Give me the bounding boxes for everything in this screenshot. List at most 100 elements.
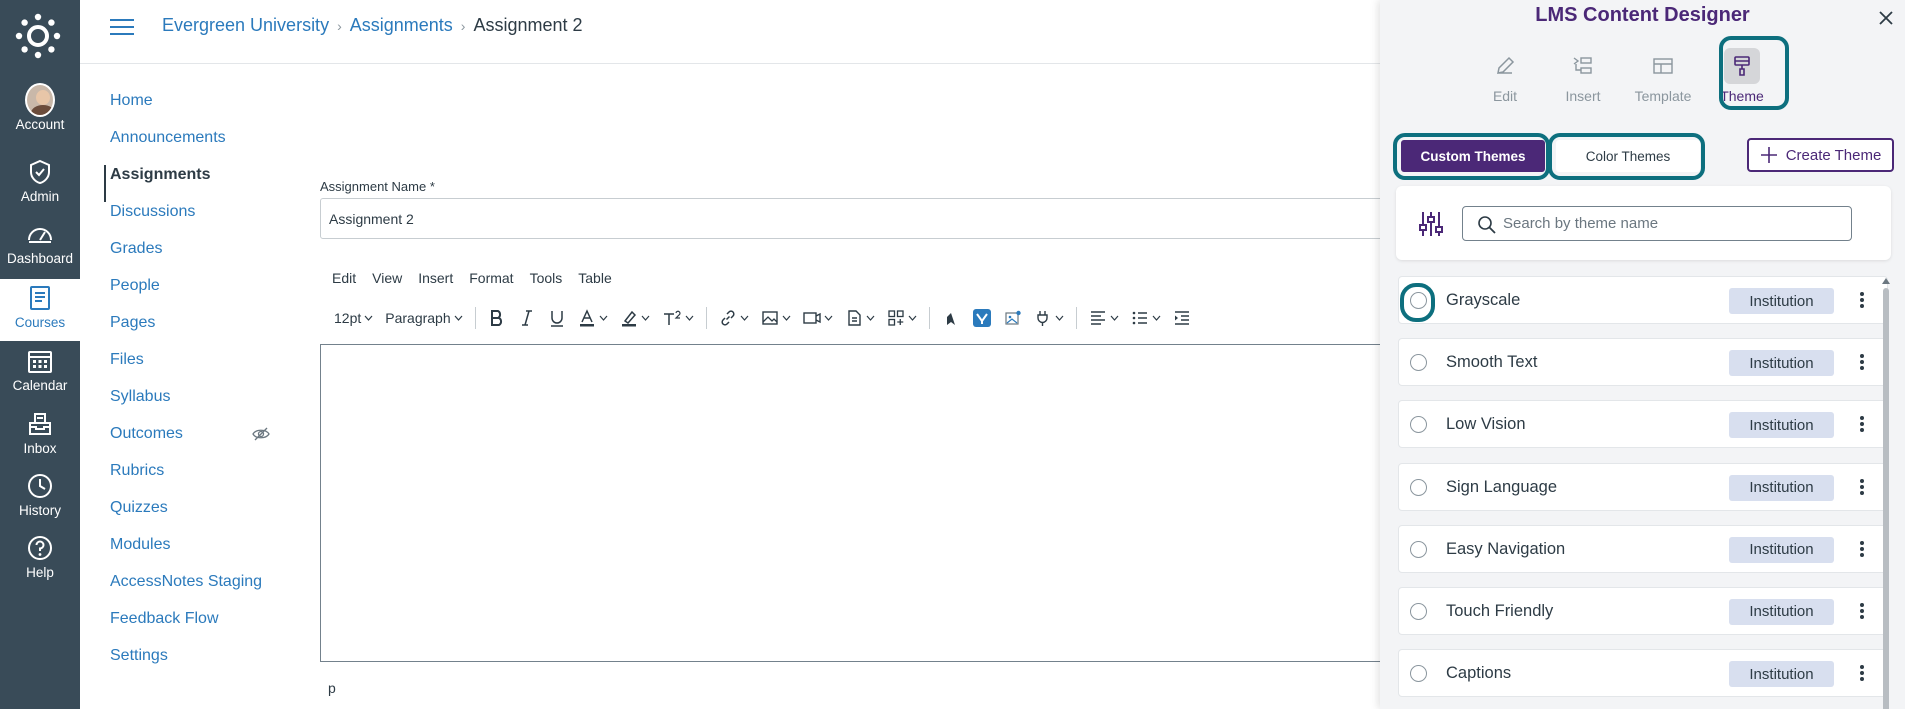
gnav-label: Inbox: [23, 441, 57, 456]
superscript-button[interactable]: [656, 305, 700, 331]
gnav-history[interactable]: History: [0, 471, 80, 531]
gnav-help[interactable]: Help: [0, 533, 80, 593]
rich-content-editor[interactable]: [320, 344, 1420, 662]
toolbar-divider: [1075, 307, 1077, 329]
breadcrumb-link[interactable]: Evergreen University: [162, 15, 329, 36]
accessibility-tool-icon: [946, 313, 955, 325]
gnav-dashboard[interactable]: Dashboard: [0, 219, 80, 279]
bold-button[interactable]: [482, 305, 512, 331]
gnav-admin[interactable]: Admin: [0, 157, 80, 217]
menu-format[interactable]: Format: [469, 270, 513, 286]
theme-radio[interactable]: [1410, 602, 1427, 620]
create-theme-button[interactable]: Create Theme: [1747, 138, 1894, 172]
course-nav-item[interactable]: Pages: [104, 313, 274, 350]
theme-row[interactable]: Easy Navigation Institution: [1398, 524, 1888, 573]
more-options-icon[interactable]: [1857, 538, 1867, 560]
text-color-button[interactable]: [572, 305, 614, 331]
highlight-color-button[interactable]: [614, 305, 656, 331]
close-icon[interactable]: [1877, 9, 1895, 27]
document-icon: [847, 310, 861, 326]
menu-edit[interactable]: Edit: [332, 270, 356, 286]
theme-row[interactable]: Captions Institution: [1398, 649, 1888, 698]
more-options-icon[interactable]: [1857, 600, 1867, 622]
indent-button[interactable]: [1167, 305, 1197, 331]
theme-search-input[interactable]: [1503, 215, 1833, 232]
course-nav-item[interactable]: Discussions: [104, 202, 274, 239]
gnav-courses[interactable]: Courses: [0, 279, 80, 341]
menu-insert[interactable]: Insert: [418, 270, 453, 286]
course-nav-item-outcomes[interactable]: Outcomes: [104, 424, 274, 461]
gnav-label: Admin: [20, 189, 60, 204]
canvas-logo-icon[interactable]: [15, 13, 61, 59]
image-button[interactable]: [755, 305, 797, 331]
theme-radio[interactable]: [1410, 354, 1427, 372]
course-nav-item[interactable]: Rubrics: [104, 461, 274, 498]
underline-button[interactable]: [542, 305, 572, 331]
menu-view[interactable]: View: [372, 270, 402, 286]
menu-tools[interactable]: Tools: [530, 270, 563, 286]
image-tool-button[interactable]: [998, 305, 1028, 331]
course-nav-item[interactable]: Assignments: [104, 165, 274, 202]
tab-label: Insert: [1565, 88, 1601, 104]
font-size-select[interactable]: 12pt: [332, 305, 379, 331]
course-nav-item[interactable]: Settings: [104, 646, 274, 683]
theme-list: Grayscale Institution Smooth Text Instit…: [1398, 276, 1888, 709]
course-nav-item[interactable]: AccessNotes Staging: [104, 572, 274, 609]
content-designer-panel: LMS Content Designer Edit Insert Templat…: [1380, 0, 1905, 709]
align-button[interactable]: [1083, 305, 1125, 331]
scroll-up-arrow-icon[interactable]: [1882, 278, 1890, 284]
course-nav-item[interactable]: Files: [104, 350, 274, 387]
course-nav-item[interactable]: Feedback Flow: [104, 609, 274, 646]
tab-edit[interactable]: Edit: [1469, 38, 1541, 110]
extension-button[interactable]: [966, 305, 998, 331]
theme-row[interactable]: Sign Language Institution: [1398, 462, 1888, 511]
course-nav-item[interactable]: People: [104, 276, 274, 313]
theme-radio[interactable]: [1410, 540, 1427, 558]
gnav-calendar[interactable]: Calendar: [0, 346, 80, 406]
editor-status-path: p: [328, 680, 336, 696]
block-format-select[interactable]: Paragraph: [379, 305, 468, 331]
gnav-inbox[interactable]: Inbox: [0, 409, 80, 469]
hamburger-menu-icon[interactable]: [110, 17, 134, 37]
gnav-label: History: [18, 503, 61, 518]
more-options-icon[interactable]: [1857, 476, 1867, 498]
gnav-account[interactable]: Account: [0, 83, 80, 145]
theme-radio[interactable]: [1410, 665, 1427, 683]
filter-sliders-icon[interactable]: [1418, 210, 1444, 238]
course-nav-item[interactable]: Announcements: [104, 128, 274, 165]
document-button[interactable]: [839, 305, 881, 331]
italic-button[interactable]: [512, 305, 542, 331]
more-options-icon[interactable]: [1857, 351, 1867, 373]
bold-icon: [490, 310, 502, 326]
tab-template[interactable]: Template: [1627, 38, 1699, 110]
course-nav-item[interactable]: Home: [104, 91, 274, 128]
assignment-name-input[interactable]: [320, 198, 1420, 239]
media-button[interactable]: [797, 305, 839, 331]
institution-badge: Institution: [1729, 474, 1834, 501]
link-icon: [721, 310, 735, 326]
toolbar-divider: [474, 307, 476, 329]
more-options-icon[interactable]: [1857, 289, 1867, 311]
tab-insert[interactable]: Insert: [1547, 38, 1619, 110]
course-nav-item[interactable]: Modules: [104, 535, 274, 572]
theme-row[interactable]: Touch Friendly Institution: [1398, 586, 1888, 635]
bullet-list-button[interactable]: [1125, 305, 1167, 331]
theme-row[interactable]: Grayscale Institution: [1398, 276, 1888, 324]
course-nav-item[interactable]: Quizzes: [104, 498, 274, 535]
breadcrumb-link[interactable]: Assignments: [350, 15, 453, 36]
apps-button[interactable]: [881, 305, 923, 331]
theme-list-scrollbar[interactable]: [1881, 278, 1891, 709]
course-nav-item[interactable]: Syllabus: [104, 387, 274, 424]
more-options-icon[interactable]: [1857, 413, 1867, 435]
more-options-icon[interactable]: [1857, 662, 1867, 684]
plugin-button[interactable]: [1028, 305, 1070, 331]
course-nav-item[interactable]: Grades: [104, 239, 274, 276]
scrollbar-thumb[interactable]: [1883, 288, 1889, 709]
theme-row[interactable]: Smooth Text Institution: [1398, 338, 1888, 387]
menu-table[interactable]: Table: [578, 270, 611, 286]
accessibility-tool-button[interactable]: [936, 305, 966, 331]
link-button[interactable]: [713, 305, 755, 331]
theme-row[interactable]: Low Vision Institution: [1398, 400, 1888, 449]
theme-radio[interactable]: [1410, 416, 1427, 434]
theme-radio[interactable]: [1410, 478, 1427, 496]
